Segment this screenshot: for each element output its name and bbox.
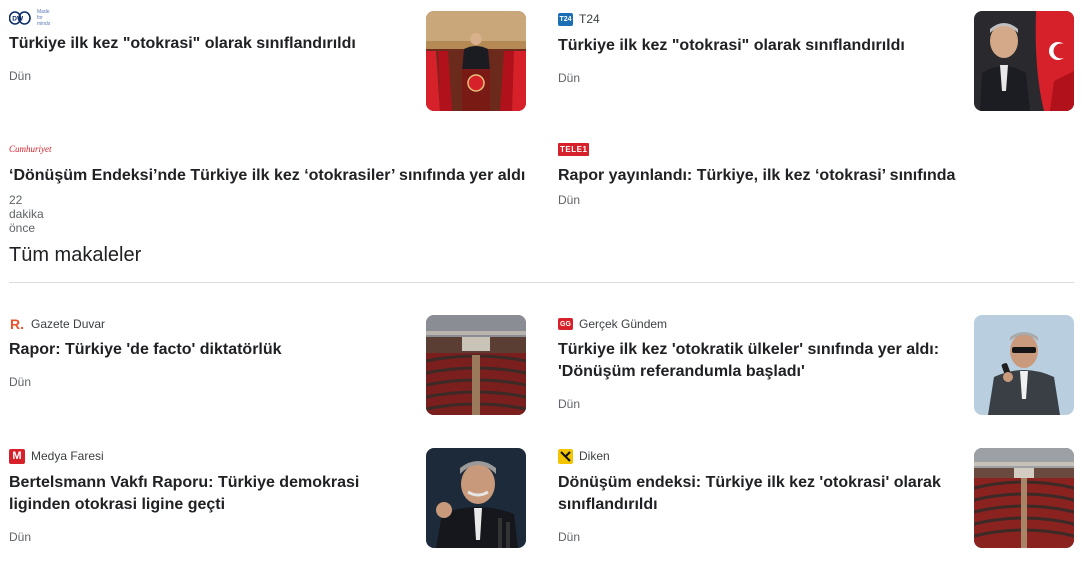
- timestamp: Dün: [558, 71, 581, 85]
- source-row: TELE1: [558, 141, 590, 157]
- cumhuriyet-logo-icon: Cumhuriyet: [9, 144, 52, 154]
- erdogan-microphone-thumbnail[interactable]: [974, 315, 1074, 415]
- source-row: Cumhuriyet: [9, 141, 52, 157]
- gazete-duvar-logo-icon: R.: [10, 316, 24, 332]
- tele1-logo-icon: TELE1: [558, 142, 590, 156]
- timestamp: Dün: [9, 69, 32, 83]
- headline-link[interactable]: Rapor yayınlandı: Türkiye, ilk kez ‘otok…: [558, 165, 1058, 187]
- source-row: T24 T24: [558, 11, 600, 27]
- t24-logo-icon: T24: [558, 12, 573, 26]
- timestamp: Dün: [9, 375, 32, 389]
- headline-link[interactable]: ‘Dönüşüm Endeksi’nde Türkiye ilk kez ‘ot…: [9, 165, 529, 187]
- diken-logo-icon: [558, 448, 573, 464]
- gercek-gundem-logo-icon: GG: [558, 318, 573, 330]
- headline-link[interactable]: Türkiye ilk kez "otokrasi" olarak sınıfl…: [558, 35, 958, 57]
- timestamp: Dün: [558, 397, 581, 411]
- medya-faresi-logo-icon: M: [9, 448, 25, 464]
- headline-link[interactable]: Dönüşüm endeksi: Türkiye ilk kez 'otokra…: [558, 472, 958, 516]
- source-row: GG Gerçek Gündem: [558, 316, 667, 332]
- source-row: DW Made for minds: [9, 9, 51, 27]
- headline-link[interactable]: Türkiye ilk kez "otokrasi" olarak sınıfl…: [9, 33, 409, 55]
- erdogan-speech-thumbnail[interactable]: [426, 448, 526, 548]
- source-name: T24: [579, 12, 600, 26]
- headline-link[interactable]: Rapor: Türkiye 'de facto' diktatörlük: [9, 339, 409, 361]
- erdogan-flags-thumbnail[interactable]: [974, 11, 1074, 111]
- dw-logo-icon: DW: [9, 11, 31, 25]
- timestamp: Dün: [558, 530, 581, 544]
- source-row: Diken: [558, 448, 610, 464]
- headline-link[interactable]: Türkiye ilk kez 'otokratik ülkeler' sını…: [558, 339, 958, 383]
- erdogan-podium-thumbnail[interactable]: [426, 11, 526, 111]
- parliament-thumbnail[interactable]: [426, 315, 526, 415]
- timestamp: Dün: [9, 530, 32, 544]
- timestamp: 22 dakika önce: [9, 193, 44, 235]
- dw-logo-tagline: Made for minds: [37, 9, 51, 27]
- source-name: Medya Faresi: [31, 449, 104, 463]
- source-name: Diken: [579, 449, 610, 463]
- source-row: R. Gazete Duvar: [9, 316, 105, 332]
- section-title: Tüm makaleler: [9, 244, 142, 266]
- source-row: M Medya Faresi: [9, 448, 104, 464]
- headline-link[interactable]: Bertelsmann Vakfı Raporu: Türkiye demokr…: [9, 472, 409, 516]
- parliament-wide-thumbnail[interactable]: [974, 448, 1074, 548]
- section-divider: [9, 282, 1074, 283]
- timestamp: Dün: [558, 193, 581, 207]
- svg-text:DW: DW: [12, 16, 24, 23]
- source-name: Gazete Duvar: [31, 317, 106, 331]
- source-name: Gerçek Gündem: [579, 317, 668, 331]
